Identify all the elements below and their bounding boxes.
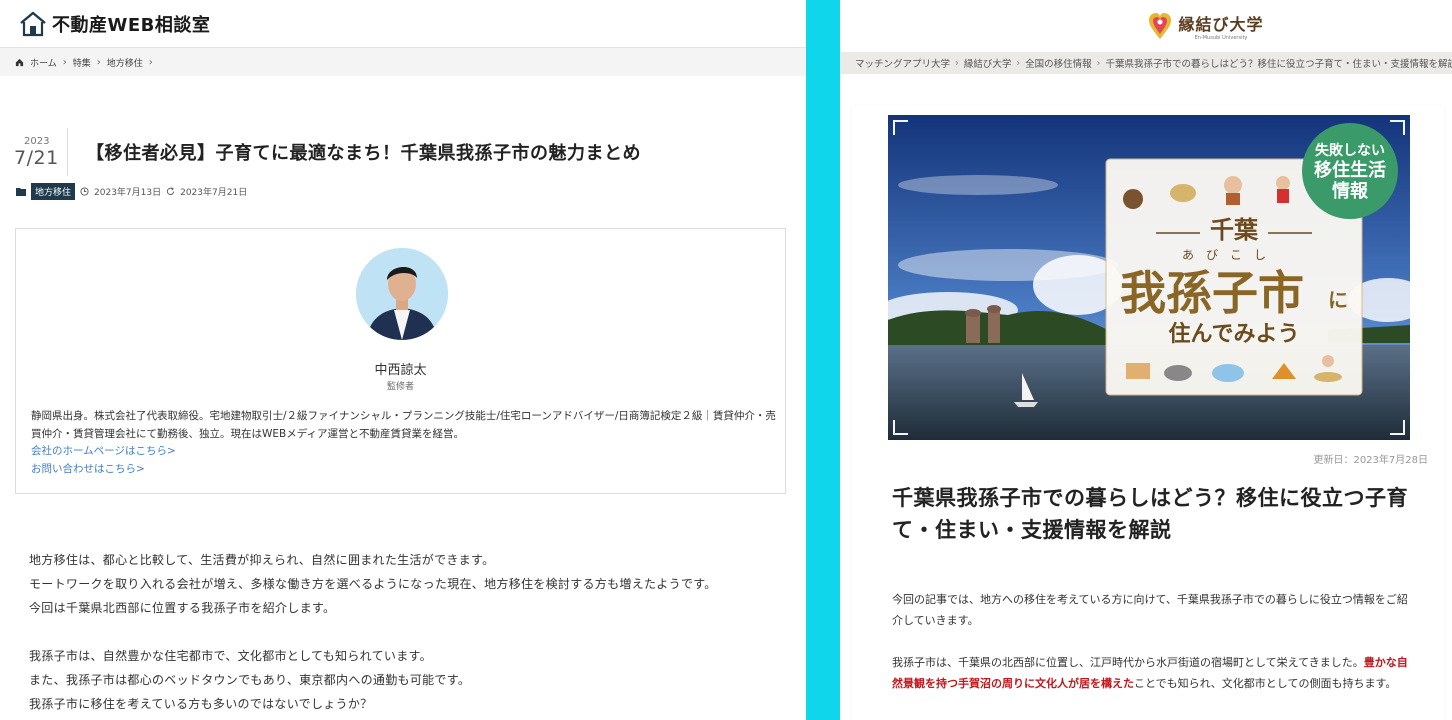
breadcrumb: ホーム › 特集 › 地方移住 › <box>0 48 806 76</box>
body-line: 我孫子市に移住を考えている方も多いのではないでしょうか？ <box>29 697 373 711</box>
intro-paragraph: 今回の記事では、地方への移住を考えている方に向けて、千葉県我孫子市での暮らしに役… <box>892 593 1408 627</box>
site-name-sub: En-Musubi University <box>1194 35 1248 41</box>
home-icon <box>15 58 24 66</box>
author-avatar <box>356 248 448 340</box>
post-date-day: 7/21 <box>14 146 59 169</box>
author-photo-icon <box>356 248 448 340</box>
body-line: 地方移住は、都心と比較して、生活費が抑えられ、自然に囲まれた生活ができます。 <box>29 553 495 567</box>
post-date: 2023 7/21 <box>14 128 68 176</box>
hero-badge-line3: 情報 <box>1332 180 1369 202</box>
history-text-end: ことでも知られ、文化都市としての側面も持ちます。 <box>1134 677 1397 690</box>
hero-furigana: あ び こ し <box>1182 248 1266 262</box>
article-title: 【移住者必見】子育てに最適なまち！千葉県我孫子市の魅力まとめ <box>86 143 641 164</box>
history-text: 我孫子市は、千葉県の北西部に位置し、江戸時代から水戸街道の宿場町として栄えてきま… <box>892 656 1364 669</box>
breadcrumb-current: 千葉県我孫子市での暮らしはどう？移住に役立つ子育て・住まい・支援情報を解説 <box>1105 59 1452 70</box>
chevron-right-icon: › <box>62 56 67 68</box>
author-role: 監修者 <box>386 382 414 392</box>
hero-city-suffix: に <box>1328 288 1348 312</box>
refresh-icon <box>167 187 175 195</box>
hero-tagline: 住んでみよう <box>1169 321 1300 347</box>
chevron-right-icon: › <box>96 56 101 68</box>
folder-icon <box>16 188 26 196</box>
site-logo[interactable]: 縁結び大学 En-Musubi University <box>1148 11 1263 41</box>
chevron-right-icon: › <box>955 57 959 69</box>
breadcrumb-enmusubi[interactable]: 縁結び大学 <box>964 56 1012 70</box>
breadcrumb-home[interactable]: ホーム <box>30 56 57 69</box>
breadcrumb-feature[interactable]: 特集 <box>73 56 91 69</box>
post-date-year: 2023 <box>24 135 50 147</box>
modified-date: 2023年7月21日 <box>180 188 248 198</box>
body-line: 我孫子市は、自然豊かな住宅都市で、文化都市としても知られています。 <box>29 649 432 663</box>
chevron-right-icon: › <box>1016 57 1021 69</box>
author-name: 中西諒太 <box>374 363 427 378</box>
company-homepage-link[interactable]: 会社のホームページはこちら> <box>31 443 176 458</box>
house-logo-icon <box>20 11 46 36</box>
author-box: 中西諒太 監修者 静岡県出身。株式会社了代表取締役。宅地建物取引士/２級ファイナ… <box>15 228 786 494</box>
site-header: 縁結び大学 En-Musubi University <box>840 0 1452 52</box>
site-logo[interactable]: 不動産WEB相談室 <box>18 11 210 37</box>
author-bio: 静岡県出身。株式会社了代表取締役。宅地建物取引士/２級ファイナンシャル・プランニ… <box>31 410 776 440</box>
heart-pin-logo-icon <box>1149 13 1172 39</box>
breadcrumb-relocation-info[interactable]: 全国の移住情報 <box>1025 56 1092 70</box>
breadcrumb-relocation[interactable]: 地方移住 <box>107 56 143 69</box>
hero-lake-illustration: 千葉 あ び こ し 我孫子市 に 住んでみよう 失敗しない 移住生活 情報 <box>888 115 1410 440</box>
hero-badge-line1: 失敗しない <box>1315 142 1385 159</box>
left-article-pane: 不動産WEB相談室 ホーム › 特集 › 地方移住 › 2023 7/21 【移… <box>0 0 806 720</box>
article-title: 千葉県我孫子市での暮らしはどう？移住に役立つ子育て・住まい・支援情報を解説 <box>892 486 1408 542</box>
updated-date: 更新日：2023年7月28日 <box>1313 455 1428 466</box>
body-line: モートワークを取り入れる会社が増え、多様な働き方を選べるようになった現在、地方移… <box>29 577 717 591</box>
clock-icon <box>80 187 89 196</box>
body-line: 今回は千葉県北西部に位置する我孫子市を紹介します。 <box>29 601 336 615</box>
site-header: 不動産WEB相談室 <box>0 0 806 48</box>
article-content: 千葉 あ び こ し 我孫子市 に 住んでみよう 失敗しない 移住生活 情報 更… <box>852 106 1444 720</box>
site-name: 縁結び大学 <box>1178 15 1264 34</box>
article-title-row: 2023 7/21 【移住者必見】子育てに最適なまち！千葉県我孫子市の魅力まとめ <box>14 128 774 176</box>
hero-badge-line2: 移住生活 <box>1314 159 1386 181</box>
chevron-right-icon: › <box>1096 57 1101 69</box>
published-date: 2023年7月13日 <box>94 188 162 198</box>
breadcrumb: マッチングアプリ大学 › 縁結び大学 › 全国の移住情報 › 千葉県我孫子市での… <box>840 52 1452 74</box>
article-body: 地方移住は、都心と比較して、生活費が抑えられ、自然に囲まれた生活ができます。 モ… <box>29 548 789 716</box>
history-paragraph: 我孫子市は、千葉県の北西部に位置し、江戸時代から水戸街道の宿場町として栄えてきま… <box>892 652 1412 694</box>
hero-prefecture: 千葉 <box>1210 215 1259 244</box>
pane-divider <box>806 0 840 720</box>
hero-city: 我孫子市 <box>1120 266 1304 320</box>
right-article-pane: 縁結び大学 En-Musubi University マッチングアプリ大学 › … <box>840 0 1452 720</box>
body-line: また、我孫子市は都心のベッドタウンでもあり、東京都内への通勤も可能です。 <box>29 673 471 687</box>
hero-image: 千葉 あ び こ し 我孫子市 に 住んでみよう 失敗しない 移住生活 情報 <box>888 115 1410 440</box>
site-name: 不動産WEB相談室 <box>52 14 211 36</box>
category-badge[interactable]: 地方移住 <box>31 183 76 200</box>
contact-link[interactable]: お問い合わせはこちら> <box>31 461 145 476</box>
chevron-right-icon: › <box>148 56 153 68</box>
article-body: 今回の記事では、地方への移住を考えている方に向けて、千葉県我孫子市での暮らしに役… <box>892 589 1412 694</box>
article-meta: 地方移住 2023年7月13日 2023年7月21日 <box>16 183 247 200</box>
breadcrumb-matching-app[interactable]: マッチングアプリ大学 <box>855 56 950 70</box>
